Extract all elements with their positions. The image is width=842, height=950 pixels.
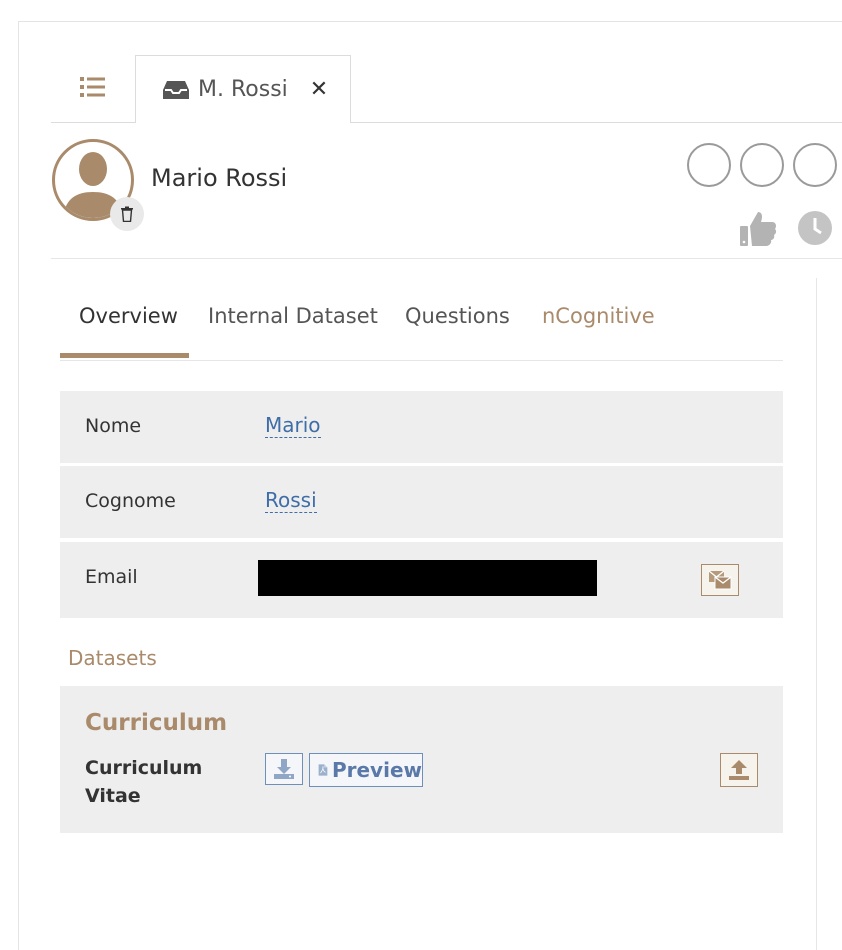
- status-circle-1[interactable]: [687, 143, 731, 187]
- clock-icon[interactable]: [797, 210, 833, 250]
- field-value-editable[interactable]: Rossi: [265, 488, 317, 513]
- content-border: [816, 278, 817, 950]
- field-label: Cognome: [85, 490, 176, 512]
- field-row-nome: Nome Mario: [60, 391, 783, 463]
- envelopes-icon: [708, 570, 732, 590]
- tab-overview[interactable]: Overview: [79, 296, 178, 360]
- dataset-group-title: Curriculum: [85, 710, 228, 736]
- close-icon: ✕: [309, 77, 329, 102]
- close-tab-button[interactable]: ✕: [310, 77, 328, 102]
- tab-questions[interactable]: Questions: [405, 296, 510, 360]
- field-row-cognome: Cognome Rossi: [60, 466, 783, 538]
- download-icon: [274, 759, 294, 779]
- upload-icon: [729, 760, 749, 780]
- datasets-heading: Datasets: [68, 646, 157, 670]
- send-email-button[interactable]: [701, 564, 739, 596]
- tab-ncognitive[interactable]: nCognitive: [542, 296, 655, 360]
- field-label: Email: [85, 566, 138, 588]
- field-label: Nome: [85, 415, 142, 437]
- pdf-file-icon: [318, 764, 328, 776]
- header-separator: [51, 258, 842, 259]
- preview-label: Preview: [331, 758, 422, 782]
- field-value-editable[interactable]: Mario: [265, 413, 321, 438]
- download-button[interactable]: [265, 753, 303, 785]
- tab-list-view[interactable]: [51, 55, 135, 122]
- active-tab-indicator: [60, 353, 189, 358]
- field-row-email: Email: [60, 542, 783, 618]
- delete-avatar-button[interactable]: [110, 197, 144, 231]
- list-icon: [80, 76, 106, 102]
- candidate-name: Mario Rossi: [151, 164, 288, 192]
- tab-internal-dataset[interactable]: Internal Dataset: [208, 296, 378, 360]
- thumbs-up-icon[interactable]: [738, 208, 778, 252]
- dataset-item-label: Curriculum Vitae: [85, 757, 203, 807]
- upload-button[interactable]: [720, 753, 758, 787]
- inbox-icon: [162, 80, 190, 100]
- dataset-curriculum: Curriculum Curriculum Vitae Preview: [60, 686, 783, 833]
- status-circle-2[interactable]: [740, 143, 784, 187]
- trash-icon: [121, 206, 133, 222]
- tab-profile-label: M. Rossi: [198, 77, 288, 102]
- redacted-email-value: [258, 560, 597, 596]
- preview-button[interactable]: Preview: [309, 753, 423, 787]
- tab-profile[interactable]: M. Rossi ✕: [135, 55, 351, 123]
- status-circle-3[interactable]: [793, 143, 837, 187]
- section-tabs: Overview Internal Dataset Questions nCog…: [60, 296, 783, 361]
